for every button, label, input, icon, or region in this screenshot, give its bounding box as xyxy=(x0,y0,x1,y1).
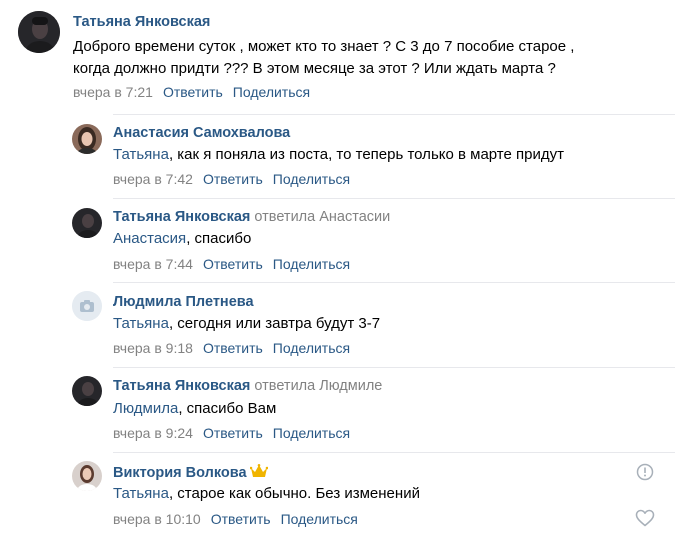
comment-author: Виктория Волкова xyxy=(113,464,268,482)
separator xyxy=(113,282,675,283)
replied-to-link[interactable]: ответила Анастасии xyxy=(254,209,390,225)
comment-time[interactable]: вчера в 10:10 xyxy=(113,511,201,527)
avatar[interactable] xyxy=(72,461,102,491)
avatar[interactable] xyxy=(72,376,102,406)
comment-meta: вчера в 7:21 Ответить Поделиться xyxy=(73,84,310,100)
comment-meta: вчера в 7:42 Ответить Поделиться xyxy=(113,171,350,187)
reply-link[interactable]: Ответить xyxy=(203,171,263,187)
user-photo xyxy=(72,376,102,406)
comment-meta: вчера в 9:18 Ответить Поделиться xyxy=(113,340,350,356)
reply-addressee-link[interactable]: Татьяна xyxy=(113,146,169,163)
comment-author[interactable]: Анастасия Самохвалова xyxy=(113,125,290,141)
user-photo xyxy=(72,124,102,154)
reply-addressee-link[interactable]: Анастасия xyxy=(113,230,186,247)
reply-link[interactable]: Ответить xyxy=(211,511,271,527)
author-link[interactable]: Татьяна Янковская xyxy=(113,378,250,394)
comment-time[interactable]: вчера в 7:42 xyxy=(113,171,193,187)
avatar[interactable] xyxy=(72,291,102,321)
share-link[interactable]: Поделиться xyxy=(273,425,350,441)
reply-link[interactable]: Ответить xyxy=(203,256,263,272)
separator xyxy=(113,452,675,453)
comment-author[interactable]: Людмила Плетнева xyxy=(113,294,254,310)
comment-time[interactable]: вчера в 9:18 xyxy=(113,340,193,356)
comment-time[interactable]: вчера в 7:44 xyxy=(113,256,193,272)
replied-to-link[interactable]: ответила Людмиле xyxy=(254,378,382,394)
comment-author[interactable]: Татьяна Янковская xyxy=(73,14,210,30)
comment-body: , сегодня или завтра будут 3-7 xyxy=(168,315,381,332)
user-photo xyxy=(18,11,60,53)
avatar[interactable] xyxy=(72,124,102,154)
share-link[interactable]: Поделиться xyxy=(273,171,350,187)
comment-author: Татьяна Янковская ответила Анастасии xyxy=(113,209,390,225)
comment-text: Татьяна, старое как обычно. Без изменени… xyxy=(113,483,420,505)
comment-author: Татьяна Янковская ответила Людмиле xyxy=(113,378,382,394)
comment-meta: вчера в 9:24 Ответить Поделиться xyxy=(113,425,350,441)
comment-text: Татьяна, сегодня или завтра будут 3-7 xyxy=(113,313,380,335)
avatar[interactable] xyxy=(72,208,102,238)
reply-link[interactable]: Ответить xyxy=(203,425,263,441)
comment-text: Анастасия, спасибо xyxy=(113,228,251,250)
reply-link[interactable]: Ответить xyxy=(163,84,223,100)
like-heart-icon[interactable] xyxy=(635,509,655,532)
user-photo xyxy=(72,208,102,238)
separator xyxy=(113,367,675,368)
separator xyxy=(113,114,675,115)
reply-addressee-link[interactable]: Людмила xyxy=(113,400,178,417)
author-link[interactable]: Виктория Волкова xyxy=(113,465,247,481)
crown-icon xyxy=(249,464,268,482)
author-link[interactable]: Татьяна Янковская xyxy=(113,209,250,225)
comment-body: , спасибо Вам xyxy=(178,400,277,417)
comment-body: , спасибо xyxy=(186,230,252,247)
comment-text: Татьяна, как я поняла из поста, то тепер… xyxy=(113,144,564,166)
comment-meta: вчера в 10:10 Ответить Поделиться xyxy=(113,511,358,527)
separator xyxy=(113,198,675,199)
comment-text: Людмила, спасибо Вам xyxy=(113,398,276,420)
camera-placeholder-icon xyxy=(72,291,102,321)
share-link[interactable]: Поделиться xyxy=(273,340,350,356)
comment-meta: вчера в 7:44 Ответить Поделиться xyxy=(113,256,350,272)
comment-time[interactable]: вчера в 9:24 xyxy=(113,425,193,441)
comment-body: , как я поняла из поста, то теперь тольк… xyxy=(168,146,564,163)
reply-link[interactable]: Ответить xyxy=(203,340,263,356)
avatar[interactable] xyxy=(18,11,60,53)
comment-text-line-1: Доброго времени суток , может кто то зна… xyxy=(73,38,575,55)
report-icon[interactable] xyxy=(636,463,654,486)
comment-time[interactable]: вчера в 7:21 xyxy=(73,84,153,100)
share-link[interactable]: Поделиться xyxy=(281,511,358,527)
reply-addressee-link[interactable]: Татьяна xyxy=(113,315,169,332)
share-link[interactable]: Поделиться xyxy=(233,84,310,100)
comment-text-line-2: когда должно придти ??? В этом месяце за… xyxy=(73,60,556,77)
share-link[interactable]: Поделиться xyxy=(273,256,350,272)
comment-body: , старое как обычно. Без изменений xyxy=(168,485,420,502)
user-photo xyxy=(72,461,102,491)
reply-addressee-link[interactable]: Татьяна xyxy=(113,485,169,502)
